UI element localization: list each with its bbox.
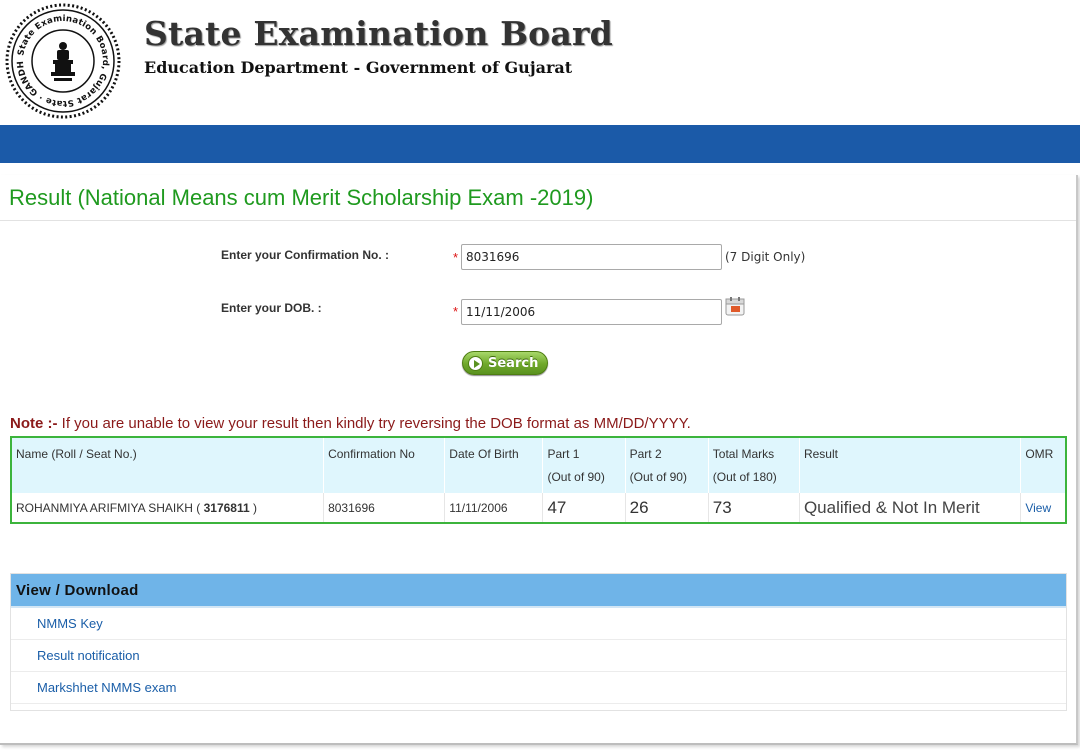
confirmation-no-cell: 8031696 bbox=[323, 493, 446, 523]
site-subtitle: Education Department - Government of Guj… bbox=[144, 58, 573, 77]
page-title: Result (National Means cum Merit Scholar… bbox=[9, 185, 594, 210]
column-header-name: Name (Roll / Seat No.) bbox=[11, 437, 325, 493]
dob-cell: 11/11/2006 bbox=[444, 493, 544, 523]
column-header-omr: OMR bbox=[1020, 437, 1067, 493]
confirmation-hint: (7 Digit Only) bbox=[725, 250, 806, 264]
list-item: Markshhet NMMS exam bbox=[11, 672, 1066, 704]
candidate-name: ROHANMIYA ARIFMIYA SHAIKH bbox=[16, 500, 193, 515]
column-header-total: Total Marks (Out of 180) bbox=[708, 437, 800, 493]
omr-view-link[interactable]: View bbox=[1025, 501, 1051, 515]
candidate-name-cell: ROHANMIYA ARIFMIYA SHAIKH ( 3176811 ) bbox=[11, 493, 325, 523]
dob-label: Enter your DOB. : bbox=[221, 301, 322, 315]
result-table: Name (Roll / Seat No.) Confirmation No D… bbox=[10, 436, 1067, 524]
table-header-row: Name (Roll / Seat No.) Confirmation No D… bbox=[11, 437, 1067, 493]
dob-format-note: Note :- If you are unable to view your r… bbox=[10, 415, 691, 432]
column-header-dob: Date Of Birth bbox=[444, 437, 544, 493]
navigation-bar bbox=[0, 125, 1080, 163]
title-divider bbox=[0, 220, 1076, 221]
state-board-seal-logo: State Examination Board, Gujarat State ·… bbox=[4, 2, 121, 119]
list-item: NMMS Key bbox=[11, 608, 1066, 640]
result-panel: Result (National Means cum Merit Scholar… bbox=[0, 175, 1078, 745]
note-text: If you are unable to view your result th… bbox=[57, 415, 691, 432]
omr-cell: View bbox=[1020, 493, 1067, 523]
view-download-section: View / Download NMMS Key Result notifica… bbox=[10, 573, 1067, 711]
result-notification-link[interactable]: Result notification bbox=[37, 648, 140, 663]
column-header-part1: Part 1 (Out of 90) bbox=[542, 437, 626, 493]
result-status-cell: Qualified & Not In Merit bbox=[799, 493, 1022, 523]
part1-marks-cell: 47 bbox=[542, 493, 626, 523]
part2-marks-cell: 26 bbox=[625, 493, 709, 523]
dob-input[interactable] bbox=[461, 299, 722, 325]
nmms-key-link[interactable]: NMMS Key bbox=[37, 616, 103, 631]
site-title: State Examination Board bbox=[144, 14, 613, 53]
total-marks-cell: 73 bbox=[708, 493, 800, 523]
column-header-confirmation: Confirmation No bbox=[323, 437, 446, 493]
column-header-result: Result bbox=[799, 437, 1022, 493]
confirmation-label: Enter your Confirmation No. : bbox=[221, 248, 389, 262]
search-button-label: Search bbox=[488, 355, 539, 371]
confirmation-input[interactable] bbox=[461, 244, 722, 270]
arrow-right-icon bbox=[468, 355, 483, 371]
required-asterisk: * bbox=[453, 250, 459, 265]
calendar-icon[interactable] bbox=[725, 296, 745, 316]
table-row: ROHANMIYA ARIFMIYA SHAIKH ( 3176811 ) 80… bbox=[11, 493, 1067, 523]
view-download-title: View / Download bbox=[11, 574, 1066, 608]
seat-number: 3176811 bbox=[203, 500, 250, 515]
search-button[interactable]: Search bbox=[462, 351, 548, 375]
note-prefix: Note :- bbox=[10, 415, 58, 432]
required-asterisk: * bbox=[453, 304, 459, 319]
column-header-part2: Part 2 (Out of 90) bbox=[625, 437, 709, 493]
list-item: Result notification bbox=[11, 640, 1066, 672]
site-header: State Examination Board, Gujarat State ·… bbox=[0, 0, 1080, 125]
marksheet-link[interactable]: Markshhet NMMS exam bbox=[37, 680, 176, 695]
